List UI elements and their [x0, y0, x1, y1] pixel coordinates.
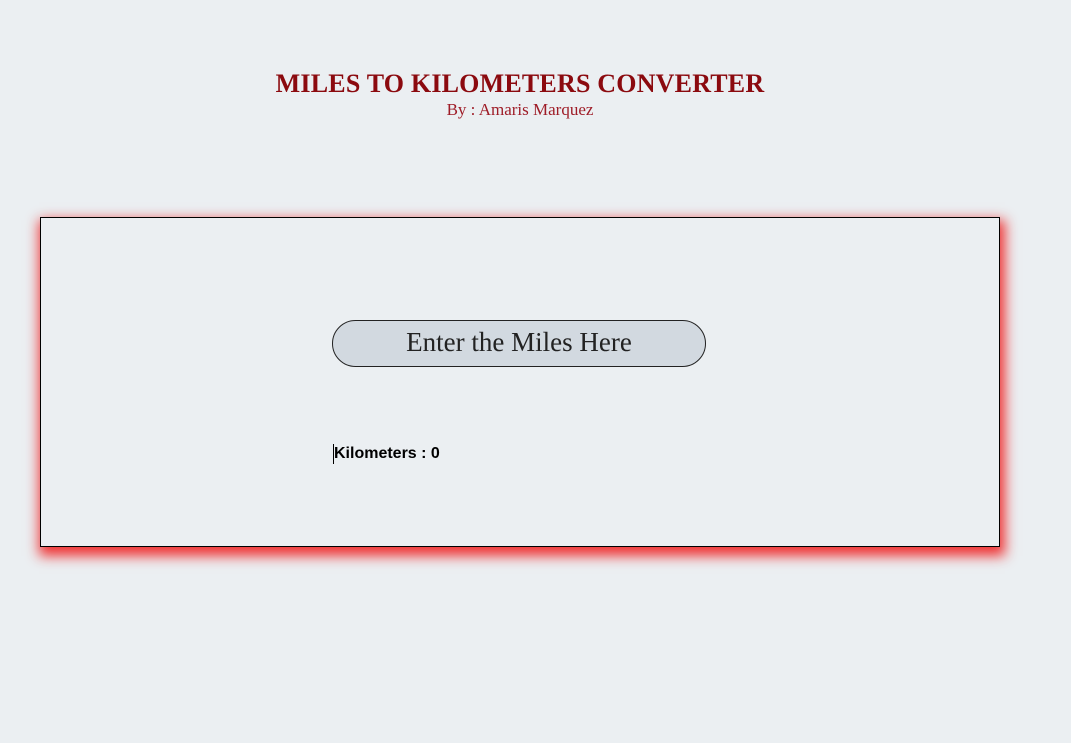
- kilometers-result: Kilometers : 0: [333, 444, 440, 464]
- author-byline: By : Amaris Marquez: [446, 100, 594, 119]
- result-separator: :: [416, 445, 431, 462]
- kilometers-value: 0: [430, 445, 440, 462]
- page-title: MILES TO KILOMETERS CONVERTER: [275, 69, 765, 98]
- converter-card: Kilometers : 0: [40, 217, 1000, 547]
- kilometers-label: Kilometers: [334, 445, 417, 462]
- miles-input[interactable]: [332, 320, 706, 367]
- page-header: MILES TO KILOMETERS CONVERTER By : Amari…: [0, 68, 1040, 120]
